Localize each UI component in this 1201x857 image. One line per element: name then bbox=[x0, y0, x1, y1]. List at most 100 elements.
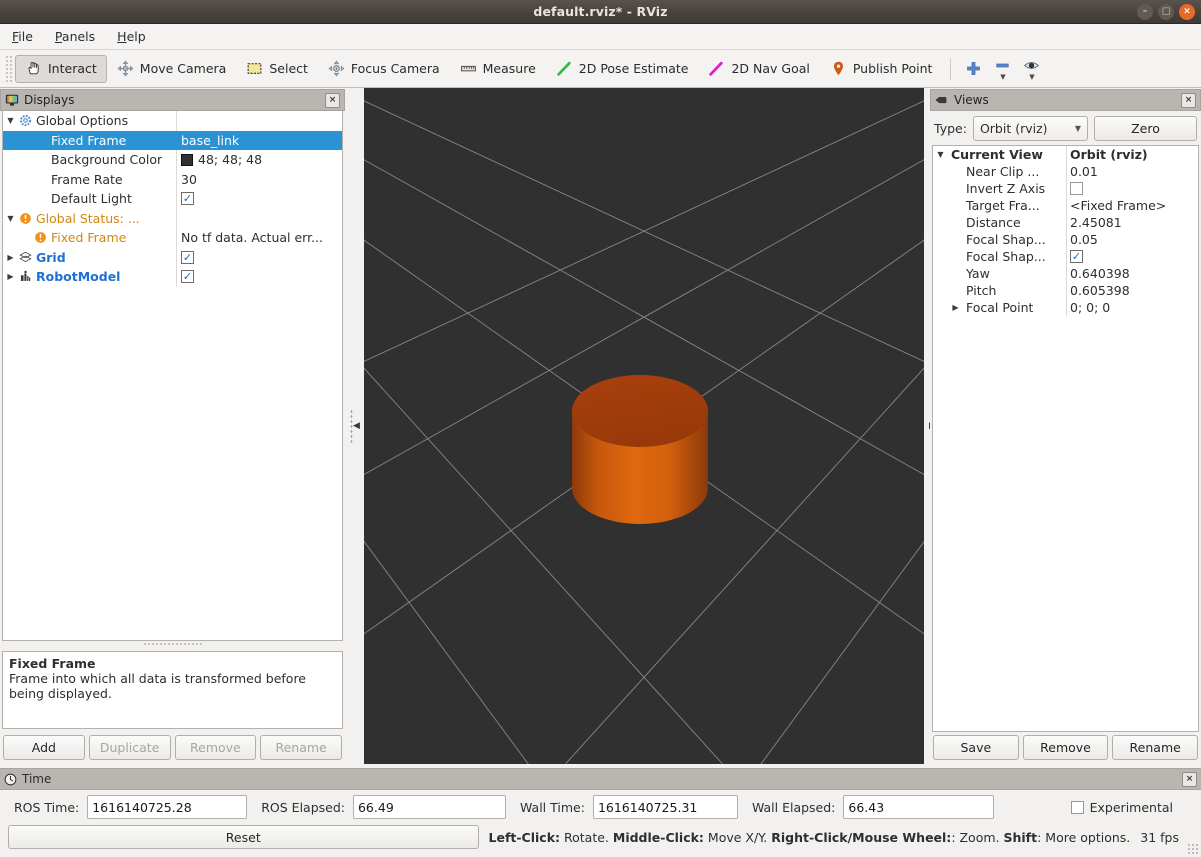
ros-elapsed-input[interactable]: 66.49 bbox=[352, 795, 506, 819]
checkbox-checked[interactable]: ✓ bbox=[181, 270, 194, 284]
time-close-button[interactable]: × bbox=[1182, 771, 1197, 787]
chevron-right-icon[interactable]: ▶ bbox=[948, 303, 963, 312]
duplicate-button[interactable]: Duplicate bbox=[88, 735, 171, 760]
maximize-button[interactable]: □ bbox=[1158, 4, 1174, 20]
tool-visibility-button[interactable]: ▼ bbox=[1017, 57, 1046, 81]
displays-row-fixed-frame[interactable]: Fixed Frame base_link bbox=[3, 130, 342, 150]
tool-focus-camera[interactable]: Focus Camera bbox=[318, 55, 450, 83]
experimental-checkbox[interactable] bbox=[1070, 800, 1084, 814]
tool-add-button[interactable] bbox=[959, 60, 988, 77]
tool-2d-nav-goal[interactable]: 2D Nav Goal bbox=[698, 55, 819, 83]
displays-row-background-color[interactable]: Background Color 48; 48; 48 bbox=[3, 150, 342, 170]
displays-row-global-options[interactable]: ▼ Global Options bbox=[3, 111, 342, 131]
magenta-arrow-icon bbox=[709, 61, 724, 76]
checkbox-checked[interactable]: ✓ bbox=[1070, 250, 1083, 263]
displays-row-global-status[interactable]: ▼ Global Status: ... bbox=[3, 208, 342, 228]
views-row-focal-point[interactable]: ▶ Focal Point 0; 0; 0 bbox=[933, 299, 1198, 316]
displays-row-value[interactable]: ✓ bbox=[176, 247, 342, 267]
views-row-value[interactable]: 0.640398 bbox=[1066, 265, 1198, 282]
views-close-icon: × bbox=[1184, 94, 1193, 105]
displays-row-value[interactable]: base_link bbox=[176, 130, 342, 150]
displays-row-value[interactable]: ✓ bbox=[176, 189, 342, 209]
displays-row-value[interactable]: 48; 48; 48 bbox=[176, 150, 342, 170]
minimize-button[interactable]: – bbox=[1137, 4, 1153, 20]
displays-row-fixed-frame[interactable]: Fixed Frame No tf data. Actual err... bbox=[3, 228, 342, 248]
displays-row-value[interactable]: No tf data. Actual err... bbox=[176, 228, 342, 248]
tool-measure[interactable]: Measure bbox=[450, 55, 546, 83]
rename-view-button[interactable]: Rename bbox=[1112, 735, 1199, 760]
wall-elapsed-input[interactable]: 66.43 bbox=[843, 795, 995, 819]
tool-interact[interactable]: Interact bbox=[15, 54, 107, 83]
menu-file[interactable]: File bbox=[10, 27, 35, 46]
displays-row-default-light[interactable]: Default Light ✓ bbox=[3, 189, 342, 209]
view-type-combobox[interactable]: Orbit (rviz) ▼ bbox=[972, 116, 1088, 141]
displays-tree[interactable]: ▼ Global Options Fixed Frame base_link Backg… bbox=[2, 111, 343, 641]
displays-row-value[interactable]: 30 bbox=[176, 169, 342, 189]
tool-move-camera[interactable]: Move Camera bbox=[107, 55, 237, 83]
views-row-value[interactable]: 0.01 bbox=[1066, 163, 1198, 180]
views-row-value[interactable]: 0.605398 bbox=[1066, 282, 1198, 299]
views-row-value[interactable]: <Fixed Frame> bbox=[1066, 197, 1198, 214]
render-viewport-3d[interactable] bbox=[364, 88, 924, 764]
menu-help[interactable]: Help bbox=[115, 27, 148, 46]
remove-display-button[interactable]: Remove bbox=[174, 735, 257, 760]
chevron-down-icon[interactable]: ▼ bbox=[3, 214, 18, 223]
add-button[interactable]: Add bbox=[3, 735, 85, 760]
close-button[interactable]: × bbox=[1179, 4, 1195, 20]
wall-time-input[interactable]: 1616140725.31 bbox=[592, 795, 738, 819]
chevron-down-icon[interactable]: ▼ bbox=[3, 116, 18, 125]
ros-time-input[interactable]: 1616140725.28 bbox=[87, 795, 248, 819]
views-row-near-clip[interactable]: Near Clip ... 0.01 bbox=[933, 163, 1198, 180]
displays-splitter-handle[interactable] bbox=[142, 641, 203, 647]
checkbox-checked[interactable]: ✓ bbox=[181, 192, 194, 206]
views-row-current-view[interactable]: ▼ Current View Orbit (rviz) bbox=[933, 146, 1198, 163]
views-row-value[interactable]: Orbit (rviz) bbox=[1066, 146, 1198, 163]
views-row-value[interactable]: 0.05 bbox=[1066, 231, 1198, 248]
remove-view-button[interactable]: Remove bbox=[1022, 735, 1109, 760]
displays-row-value[interactable]: ✓ bbox=[176, 267, 342, 287]
views-row-value[interactable] bbox=[1066, 180, 1198, 197]
displays-help-body: Frame into which all data is transformed… bbox=[9, 671, 306, 701]
views-row-value[interactable]: 2.45081 bbox=[1066, 214, 1198, 231]
displays-close-button[interactable]: × bbox=[325, 92, 340, 108]
displays-row-grid[interactable]: ▶ Grid ✓ bbox=[3, 247, 342, 267]
rename-display-button[interactable]: Rename bbox=[260, 735, 342, 760]
save-view-button[interactable]: Save bbox=[933, 735, 1019, 760]
tool-2d-pose-estimate[interactable]: 2D Pose Estimate bbox=[546, 55, 699, 83]
tool-select[interactable]: Select bbox=[236, 55, 318, 83]
minus-dropdown-arrow-icon[interactable]: ▼ bbox=[1000, 74, 1005, 81]
value-text: 0.640398 bbox=[1070, 266, 1130, 281]
experimental-toggle[interactable]: Experimental bbox=[1070, 800, 1187, 815]
resize-grip[interactable] bbox=[1187, 843, 1199, 855]
views-row-focal-shap[interactable]: Focal Shap... 0.05 bbox=[933, 231, 1198, 248]
chevron-right-icon[interactable]: ▶ bbox=[3, 272, 18, 281]
menu-panels[interactable]: Panels bbox=[53, 27, 97, 46]
views-tree[interactable]: ▼ Current View Orbit (rviz) Near Clip ... 0.… bbox=[932, 145, 1199, 732]
views-row-value[interactable]: 0; 0; 0 bbox=[1066, 299, 1198, 316]
displays-row-robotmodel[interactable]: ▶ RobotModel ✓ bbox=[3, 267, 342, 287]
tool-remove-button[interactable]: ▼ bbox=[988, 57, 1017, 81]
toolbar-grip[interactable] bbox=[4, 55, 13, 82]
views-row-pitch[interactable]: Pitch 0.605398 bbox=[933, 282, 1198, 299]
chevron-down-icon[interactable]: ▼ bbox=[933, 150, 948, 159]
value-text: 0; 0; 0 bbox=[1070, 300, 1111, 315]
checkbox-unchecked[interactable] bbox=[1070, 182, 1083, 195]
zero-button[interactable]: Zero bbox=[1093, 116, 1197, 141]
checkbox-checked[interactable]: ✓ bbox=[181, 250, 194, 264]
reset-button[interactable]: Reset bbox=[8, 825, 479, 849]
views-panel: Views × Type: Orbit (rviz) ▼ Zero ▼ Curre… bbox=[930, 89, 1201, 764]
left-splitter[interactable]: ◀ bbox=[345, 88, 365, 764]
tool-publish-point[interactable]: Publish Point bbox=[820, 55, 943, 83]
views-row-target-fra[interactable]: Target Fra... <Fixed Frame> bbox=[933, 197, 1198, 214]
views-close-button[interactable]: × bbox=[1181, 92, 1196, 108]
chevron-right-icon[interactable]: ▶ bbox=[3, 253, 18, 262]
views-row-invert-z-axis[interactable]: Invert Z Axis bbox=[933, 180, 1198, 197]
color-swatch[interactable] bbox=[181, 153, 193, 166]
views-row-yaw[interactable]: Yaw 0.640398 bbox=[933, 265, 1198, 282]
displays-row-frame-rate[interactable]: Frame Rate 30 bbox=[3, 169, 342, 189]
views-row-distance[interactable]: Distance 2.45081 bbox=[933, 214, 1198, 231]
collapse-left-arrow-icon[interactable]: ◀ bbox=[353, 421, 360, 431]
views-row-focal-shap[interactable]: Focal Shap... ✓ bbox=[933, 248, 1198, 265]
views-row-value[interactable]: ✓ bbox=[1066, 248, 1198, 265]
eye-dropdown-arrow-icon[interactable]: ▼ bbox=[1029, 74, 1034, 81]
